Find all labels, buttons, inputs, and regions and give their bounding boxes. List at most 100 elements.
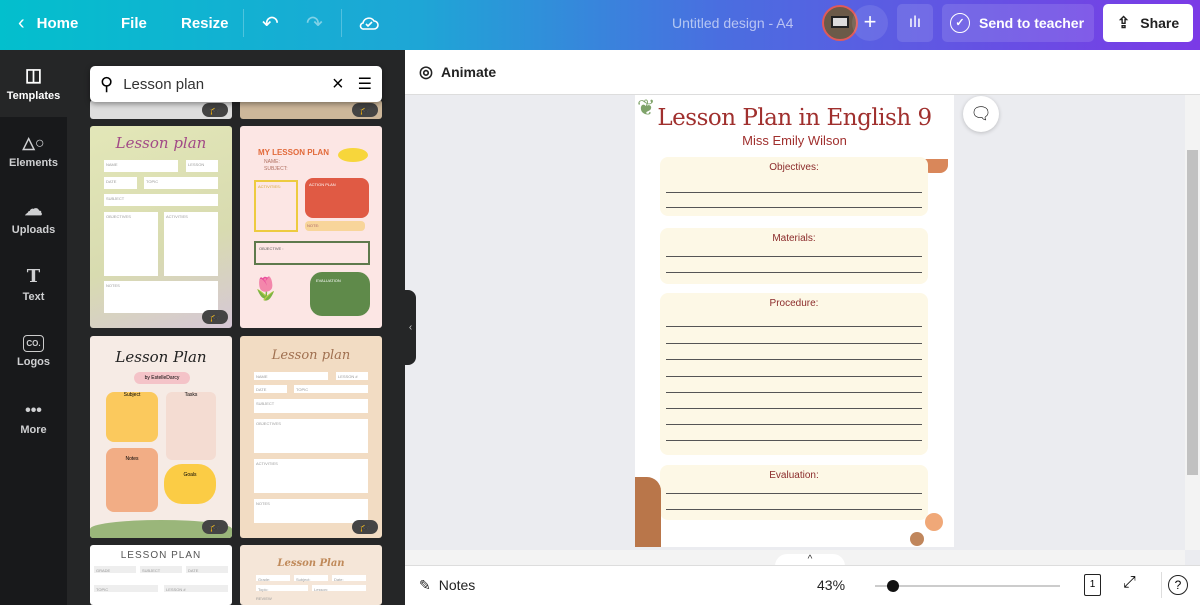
template-card[interactable]: Lesson plan NAME LESSON DATE TOPIC SUBJE… (90, 126, 232, 328)
template-field: OBJECTIVES (254, 419, 368, 453)
template-card[interactable]: Lesson Plan by EstelleDarcy Subject Task… (90, 336, 232, 538)
rail-item-text[interactable]: T Text (0, 251, 67, 318)
template-field: Topic: (256, 585, 308, 592)
template-field: LESSON # (336, 372, 368, 380)
divider (243, 9, 244, 37)
zoom-slider-handle[interactable] (887, 580, 900, 592)
share-button[interactable]: ⇪ Share (1103, 4, 1193, 42)
templates-icon: ◫ (24, 65, 42, 85)
redo-icon[interactable]: ↷ (306, 0, 323, 46)
rail-item-more[interactable]: ••• More (0, 385, 67, 452)
template-field: NOTES (104, 281, 218, 313)
template-field: ACTION PLAN (305, 178, 369, 218)
zoom-level[interactable]: 43% (817, 577, 845, 593)
upload-icon: ☁ (24, 199, 43, 219)
template-card[interactable]: Lesson plan NAME LESSON # DATE TOPIC SUB… (240, 336, 382, 538)
vertical-scrollbar[interactable] (1185, 95, 1200, 550)
top-bar: ‹ Home File Resize ↶ ↷ Untitled design - … (0, 0, 1200, 50)
add-collaborator-button[interactable]: + (852, 5, 888, 41)
template-search: ⚲ × ☰ (90, 66, 382, 102)
section-label: Procedure: (769, 298, 819, 309)
template-field: Date: (332, 575, 366, 582)
page-number: 1 (1089, 579, 1096, 590)
design-title[interactable]: Untitled design - A4 (672, 0, 793, 46)
search-input[interactable] (123, 75, 332, 93)
rail-label: Elements (9, 156, 58, 169)
template-field: NAME (104, 160, 178, 172)
template-subtitle: by EstelleDarcy (134, 372, 190, 384)
bottom-bar: ✎ Notes 43% 1 ⤢ ? (405, 565, 1200, 605)
search-icon: ⚲ (100, 73, 114, 94)
filter-icon[interactable]: ☰ (358, 74, 372, 94)
home-button[interactable]: ‹ Home (18, 0, 78, 46)
animate-button[interactable]: ◎ Animate (419, 62, 496, 82)
template-field: TOPIC (294, 385, 368, 393)
template-card[interactable]: Lesson Plan Grade: Subject: Date: Topic:… (240, 545, 382, 605)
template-field: SUBJECT (104, 194, 218, 206)
notes-icon: ✎ (419, 577, 431, 593)
chevron-left-icon: ‹ (18, 11, 25, 34)
add-comment-button[interactable]: 🗨 (963, 96, 999, 132)
divider (341, 9, 342, 37)
template-field: DATE (254, 385, 287, 393)
section-evaluation[interactable]: Evaluation: (660, 465, 928, 520)
help-icon[interactable]: ? (1168, 575, 1188, 595)
template-field: SUBJECT: (264, 166, 288, 172)
document-title[interactable]: Lesson Plan in English 9 (635, 105, 954, 131)
animate-icon: ◎ (419, 64, 433, 81)
file-menu[interactable]: File (121, 0, 147, 46)
template-field: EVALUATION (310, 272, 370, 316)
document-teacher[interactable]: Miss Emily Wilson (635, 133, 954, 148)
template-field: DATE (186, 566, 228, 573)
template-field: Notes (106, 448, 158, 512)
rail-label: Templates (6, 90, 61, 102)
fullscreen-icon[interactable]: ⤢ (1123, 574, 1136, 592)
template-field: NOTE: (305, 221, 365, 231)
rail-item-logos[interactable]: CO. Logos (0, 318, 67, 385)
section-procedure[interactable]: Procedure: (660, 293, 928, 455)
template-field: ACTIVITIES (254, 459, 368, 493)
design-page[interactable]: Lesson Plan in English 9 Miss Emily Wils… (635, 95, 954, 547)
rail-item-templates[interactable]: ◫ Templates (0, 50, 67, 117)
clear-search-icon[interactable]: × (332, 73, 344, 96)
zoom-slider[interactable] (875, 580, 1060, 592)
dot-decoration (910, 532, 924, 546)
decoration (338, 148, 368, 162)
cloud-saved-icon[interactable] (358, 0, 380, 46)
resize-button[interactable]: Resize (181, 0, 229, 46)
text-icon: T (26, 266, 41, 287)
share-icon: ⇪ (1116, 15, 1131, 32)
insights-button[interactable]: ılı (897, 4, 933, 42)
section-label: Evaluation: (769, 470, 819, 481)
editor-toolbar: ◎ Animate (405, 50, 1200, 95)
section-materials[interactable]: Materials: (660, 228, 928, 284)
home-label: Home (36, 14, 79, 32)
send-to-teacher-label: Send to teacher (979, 15, 1085, 31)
template-field: LESSON (186, 160, 218, 172)
template-card[interactable]: MY LESSON PLAN NAME: SUBJECT: ACTIVITIES… (240, 126, 382, 328)
template-title: MY LESSON PLAN (258, 148, 329, 157)
template-field: GRADE (94, 566, 136, 573)
rail-item-uploads[interactable]: ☁ Uploads (0, 184, 67, 251)
education-badge-icon: 🎓 (352, 520, 378, 534)
section-objectives[interactable]: Objectives: (660, 157, 928, 216)
template-card[interactable]: 🎓 (90, 100, 232, 119)
education-badge-icon: 🎓 (202, 310, 228, 324)
notes-label: Notes (438, 577, 476, 593)
leaf-decoration: ❦ (637, 95, 656, 120)
template-field: OBJECTIVES (104, 212, 158, 276)
undo-icon[interactable]: ↶ (262, 0, 279, 46)
template-field: SUBJECT (254, 399, 368, 413)
rail-item-elements[interactable]: △○ Elements (0, 117, 67, 184)
template-field: SUBJECT (140, 566, 182, 573)
template-card[interactable]: 🎓 (240, 100, 382, 119)
notes-button[interactable]: ✎ Notes (419, 577, 475, 594)
template-field: TOPIC (94, 585, 158, 592)
template-card[interactable]: LESSON PLAN GRADE SUBJECT DATE TOPIC LES… (90, 545, 232, 605)
template-field: Grade: (256, 575, 290, 582)
collapse-panel-button[interactable]: ‹ (405, 290, 416, 365)
section-label: Objectives: (769, 162, 819, 173)
send-to-teacher-button[interactable]: ✓ Send to teacher (942, 4, 1094, 42)
page-count-button[interactable]: 1 (1084, 574, 1101, 596)
elements-icon: △○ (22, 134, 45, 152)
